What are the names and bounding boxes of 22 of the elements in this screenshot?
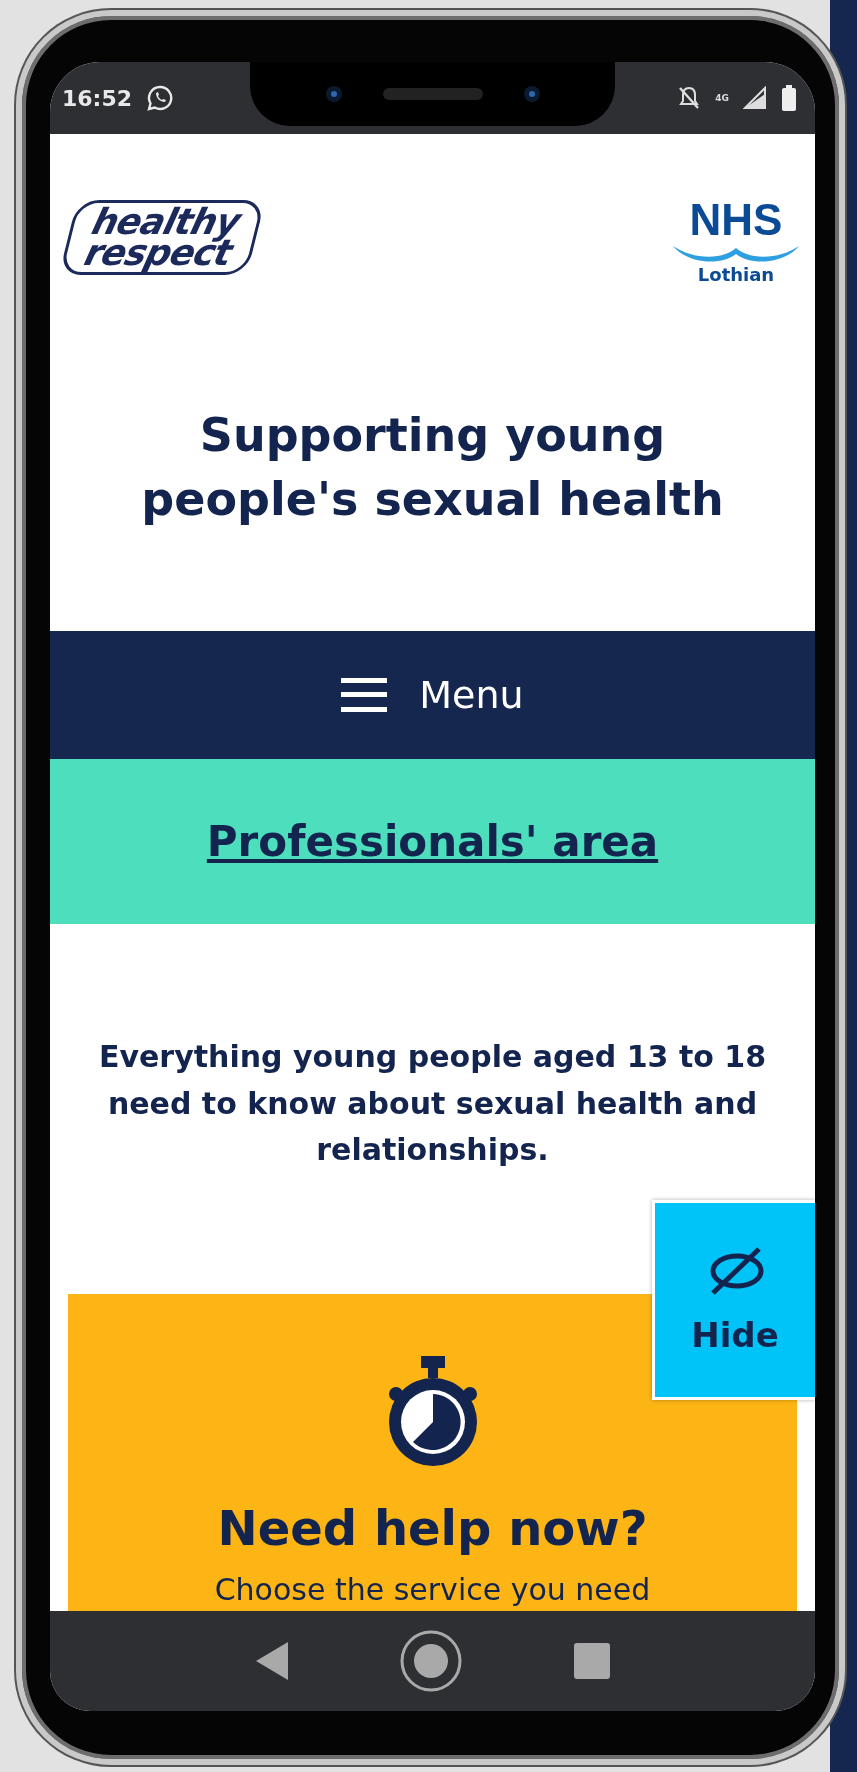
nhs-logo-text: NHS [689, 198, 783, 242]
status-time: 16:52 [62, 85, 133, 111]
signal-icon [743, 86, 767, 110]
home-icon[interactable] [398, 1629, 463, 1693]
menu-button[interactable]: Menu [335, 672, 530, 718]
help-subtitle: Choose the service you need [214, 1572, 651, 1607]
network-label: 4G [715, 93, 729, 103]
hide-button[interactable]: Hide [652, 1200, 815, 1400]
camera-icon [522, 85, 541, 103]
mute-icon [677, 85, 702, 111]
chat-icon [146, 84, 175, 112]
intro-text: Everything young people aged 13 to 18 need to know about sexual health and relationships. [97, 1038, 768, 1170]
help-heading: Need help now? [217, 1500, 648, 1556]
battery-icon [781, 85, 797, 111]
speaker-icon [382, 88, 483, 100]
back-icon[interactable] [255, 1642, 288, 1680]
page-title: Supporting young people's sexual health [140, 407, 725, 528]
recents-icon[interactable] [573, 1643, 610, 1679]
professionals-link[interactable]: Professionals' area [206, 817, 659, 866]
region-label: Lothian [697, 264, 775, 285]
camera-icon [324, 85, 343, 103]
menu-icon [341, 678, 388, 712]
